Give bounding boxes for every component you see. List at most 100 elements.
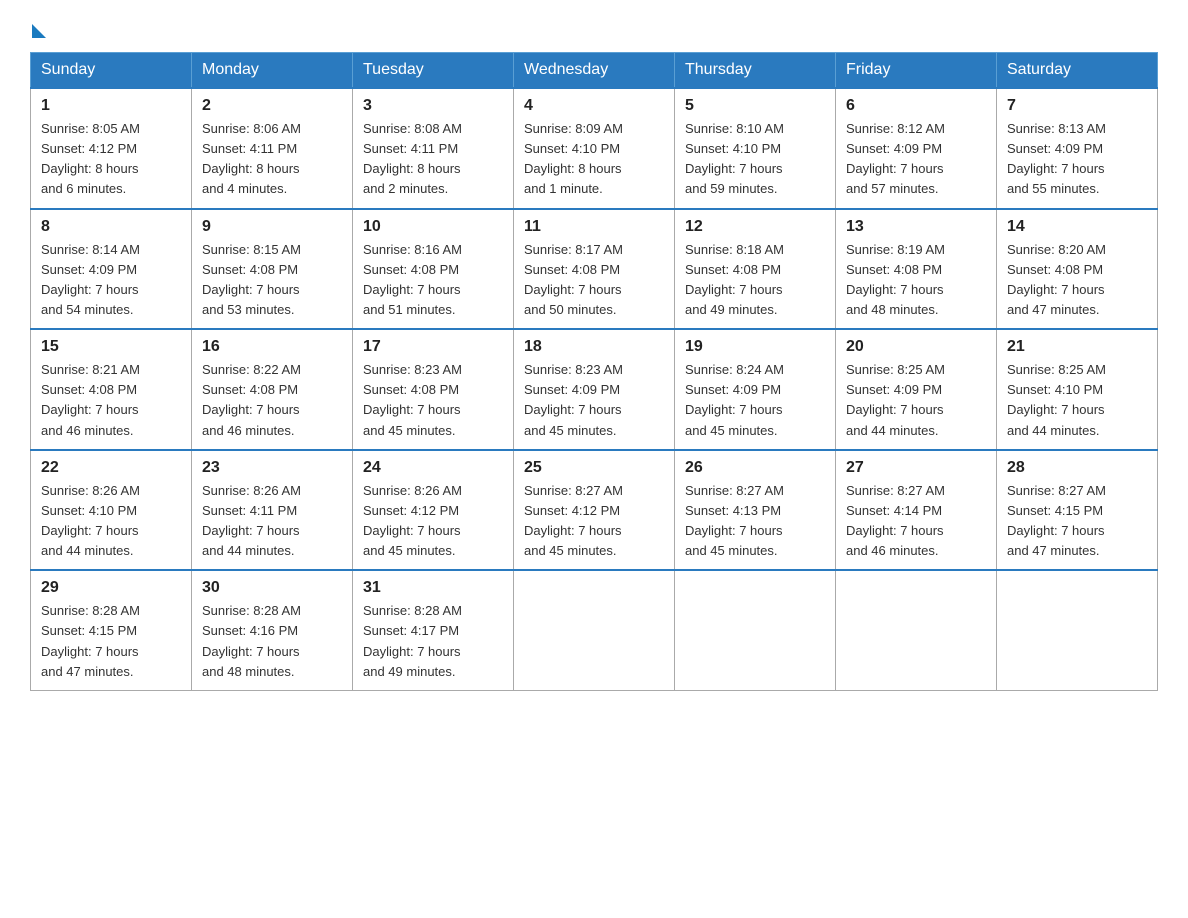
calendar-cell: 20Sunrise: 8:25 AMSunset: 4:09 PMDayligh… [836,329,997,450]
day-number: 29 [41,579,181,597]
day-number: 4 [524,97,664,115]
calendar-week-row: 29 Sunrise: 8:28 AMSunset: 4:15 PMDayligh… [31,570,1158,690]
day-number: 30 [202,579,342,597]
calendar-cell [997,570,1158,690]
calendar-cell: 3 Sunrise: 8:08 AMSunset: 4:11 PMDaylight… [353,88,514,209]
calendar-cell: 6 Sunrise: 8:12 AMSunset: 4:09 PMDaylight… [836,88,997,209]
calendar-cell: 8 Sunrise: 8:14 AMSunset: 4:09 PMDaylight… [31,209,192,330]
day-info: Sunrise: 8:18 AMSunset: 4:08 PMDaylight:… [685,240,825,321]
day-info: Sunrise: 8:20 AMSunset: 4:08 PMDaylight:… [1007,240,1147,321]
day-info: Sunrise: 8:21 AMSunset: 4:08 PMDaylight:… [41,360,181,441]
day-number: 19 [685,338,825,356]
calendar-day-header: Tuesday [353,53,514,89]
calendar-cell [836,570,997,690]
calendar-cell: 22 Sunrise: 8:26 AMSunset: 4:10 PMDayligh… [31,450,192,571]
calendar-week-row: 8 Sunrise: 8:14 AMSunset: 4:09 PMDaylight… [31,209,1158,330]
calendar-day-header: Wednesday [514,53,675,89]
calendar-cell: 26 Sunrise: 8:27 AMSunset: 4:13 PMDayligh… [675,450,836,571]
day-info: Sunrise: 8:23 AMSunset: 4:08 PMDaylight:… [363,360,503,441]
calendar-cell: 5Sunrise: 8:10 AMSunset: 4:10 PMDaylight… [675,88,836,209]
calendar-day-header: Saturday [997,53,1158,89]
day-number: 27 [846,459,986,477]
calendar-cell [675,570,836,690]
calendar-header-row: SundayMondayTuesdayWednesdayThursdayFrid… [31,53,1158,89]
day-number: 22 [41,459,181,477]
day-info: Sunrise: 8:19 AMSunset: 4:08 PMDaylight:… [846,240,986,321]
calendar-cell: 28 Sunrise: 8:27 AMSunset: 4:15 PMDayligh… [997,450,1158,571]
day-info: Sunrise: 8:05 AMSunset: 4:12 PMDaylight:… [41,119,181,200]
calendar-cell: 15 Sunrise: 8:21 AMSunset: 4:08 PMDayligh… [31,329,192,450]
calendar-cell [514,570,675,690]
day-number: 6 [846,97,986,115]
calendar-day-header: Sunday [31,53,192,89]
day-number: 17 [363,338,503,356]
day-info: Sunrise: 8:12 AMSunset: 4:09 PMDaylight:… [846,119,986,200]
calendar-cell: 2 Sunrise: 8:06 AMSunset: 4:11 PMDaylight… [192,88,353,209]
calendar-day-header: Thursday [675,53,836,89]
calendar-table: SundayMondayTuesdayWednesdayThursdayFrid… [30,52,1158,691]
calendar-week-row: 1 Sunrise: 8:05 AMSunset: 4:12 PMDaylight… [31,88,1158,209]
day-number: 1 [41,97,181,115]
calendar-cell: 16 Sunrise: 8:22 AMSunset: 4:08 PMDayligh… [192,329,353,450]
day-number: 12 [685,218,825,236]
day-info: Sunrise: 8:27 AMSunset: 4:14 PMDaylight:… [846,481,986,562]
day-number: 9 [202,218,342,236]
day-number: 25 [524,459,664,477]
day-info: Sunrise: 8:28 AMSunset: 4:17 PMDaylight:… [363,601,503,682]
day-number: 21 [1007,338,1147,356]
day-number: 3 [363,97,503,115]
calendar-cell: 30 Sunrise: 8:28 AMSunset: 4:16 PMDayligh… [192,570,353,690]
day-info: Sunrise: 8:15 AMSunset: 4:08 PMDaylight:… [202,240,342,321]
calendar-cell: 9 Sunrise: 8:15 AMSunset: 4:08 PMDaylight… [192,209,353,330]
day-info: Sunrise: 8:23 AMSunset: 4:09 PMDaylight:… [524,360,664,441]
day-info: Sunrise: 8:28 AMSunset: 4:15 PMDaylight:… [41,601,181,682]
calendar-cell: 24 Sunrise: 8:26 AMSunset: 4:12 PMDayligh… [353,450,514,571]
calendar-cell: 11Sunrise: 8:17 AMSunset: 4:08 PMDayligh… [514,209,675,330]
day-number: 7 [1007,97,1147,115]
calendar-cell: 1 Sunrise: 8:05 AMSunset: 4:12 PMDaylight… [31,88,192,209]
calendar-cell: 17 Sunrise: 8:23 AMSunset: 4:08 PMDayligh… [353,329,514,450]
calendar-cell: 13 Sunrise: 8:19 AMSunset: 4:08 PMDayligh… [836,209,997,330]
day-number: 8 [41,218,181,236]
calendar-week-row: 22 Sunrise: 8:26 AMSunset: 4:10 PMDayligh… [31,450,1158,571]
calendar-cell: 10Sunrise: 8:16 AMSunset: 4:08 PMDayligh… [353,209,514,330]
day-info: Sunrise: 8:17 AMSunset: 4:08 PMDaylight:… [524,240,664,321]
day-number: 15 [41,338,181,356]
day-number: 16 [202,338,342,356]
day-number: 13 [846,218,986,236]
day-info: Sunrise: 8:08 AMSunset: 4:11 PMDaylight:… [363,119,503,200]
calendar-cell: 25Sunrise: 8:27 AMSunset: 4:12 PMDayligh… [514,450,675,571]
day-number: 18 [524,338,664,356]
day-number: 26 [685,459,825,477]
calendar-cell: 19 Sunrise: 8:24 AMSunset: 4:09 PMDayligh… [675,329,836,450]
calendar-cell: 7 Sunrise: 8:13 AMSunset: 4:09 PMDaylight… [997,88,1158,209]
day-info: Sunrise: 8:06 AMSunset: 4:11 PMDaylight:… [202,119,342,200]
day-info: Sunrise: 8:26 AMSunset: 4:12 PMDaylight:… [363,481,503,562]
day-info: Sunrise: 8:14 AMSunset: 4:09 PMDaylight:… [41,240,181,321]
day-number: 24 [363,459,503,477]
day-info: Sunrise: 8:27 AMSunset: 4:13 PMDaylight:… [685,481,825,562]
day-info: Sunrise: 8:26 AMSunset: 4:10 PMDaylight:… [41,481,181,562]
day-info: Sunrise: 8:26 AMSunset: 4:11 PMDaylight:… [202,481,342,562]
day-number: 14 [1007,218,1147,236]
calendar-cell: 18 Sunrise: 8:23 AMSunset: 4:09 PMDayligh… [514,329,675,450]
calendar-cell: 12 Sunrise: 8:18 AMSunset: 4:08 PMDayligh… [675,209,836,330]
calendar-week-row: 15 Sunrise: 8:21 AMSunset: 4:08 PMDayligh… [31,329,1158,450]
calendar-cell: 23 Sunrise: 8:26 AMSunset: 4:11 PMDayligh… [192,450,353,571]
day-info: Sunrise: 8:13 AMSunset: 4:09 PMDaylight:… [1007,119,1147,200]
calendar-cell: 29 Sunrise: 8:28 AMSunset: 4:15 PMDayligh… [31,570,192,690]
day-info: Sunrise: 8:16 AMSunset: 4:08 PMDaylight:… [363,240,503,321]
day-number: 2 [202,97,342,115]
calendar-cell: 4Sunrise: 8:09 AMSunset: 4:10 PMDaylight… [514,88,675,209]
day-info: Sunrise: 8:27 AMSunset: 4:15 PMDaylight:… [1007,481,1147,562]
day-info: Sunrise: 8:24 AMSunset: 4:09 PMDaylight:… [685,360,825,441]
day-number: 20 [846,338,986,356]
day-info: Sunrise: 8:22 AMSunset: 4:08 PMDaylight:… [202,360,342,441]
day-number: 28 [1007,459,1147,477]
calendar-cell: 27 Sunrise: 8:27 AMSunset: 4:14 PMDayligh… [836,450,997,571]
day-number: 23 [202,459,342,477]
day-info: Sunrise: 8:28 AMSunset: 4:16 PMDaylight:… [202,601,342,682]
calendar-cell: 14 Sunrise: 8:20 AMSunset: 4:08 PMDayligh… [997,209,1158,330]
calendar-day-header: Monday [192,53,353,89]
logo [30,20,46,34]
